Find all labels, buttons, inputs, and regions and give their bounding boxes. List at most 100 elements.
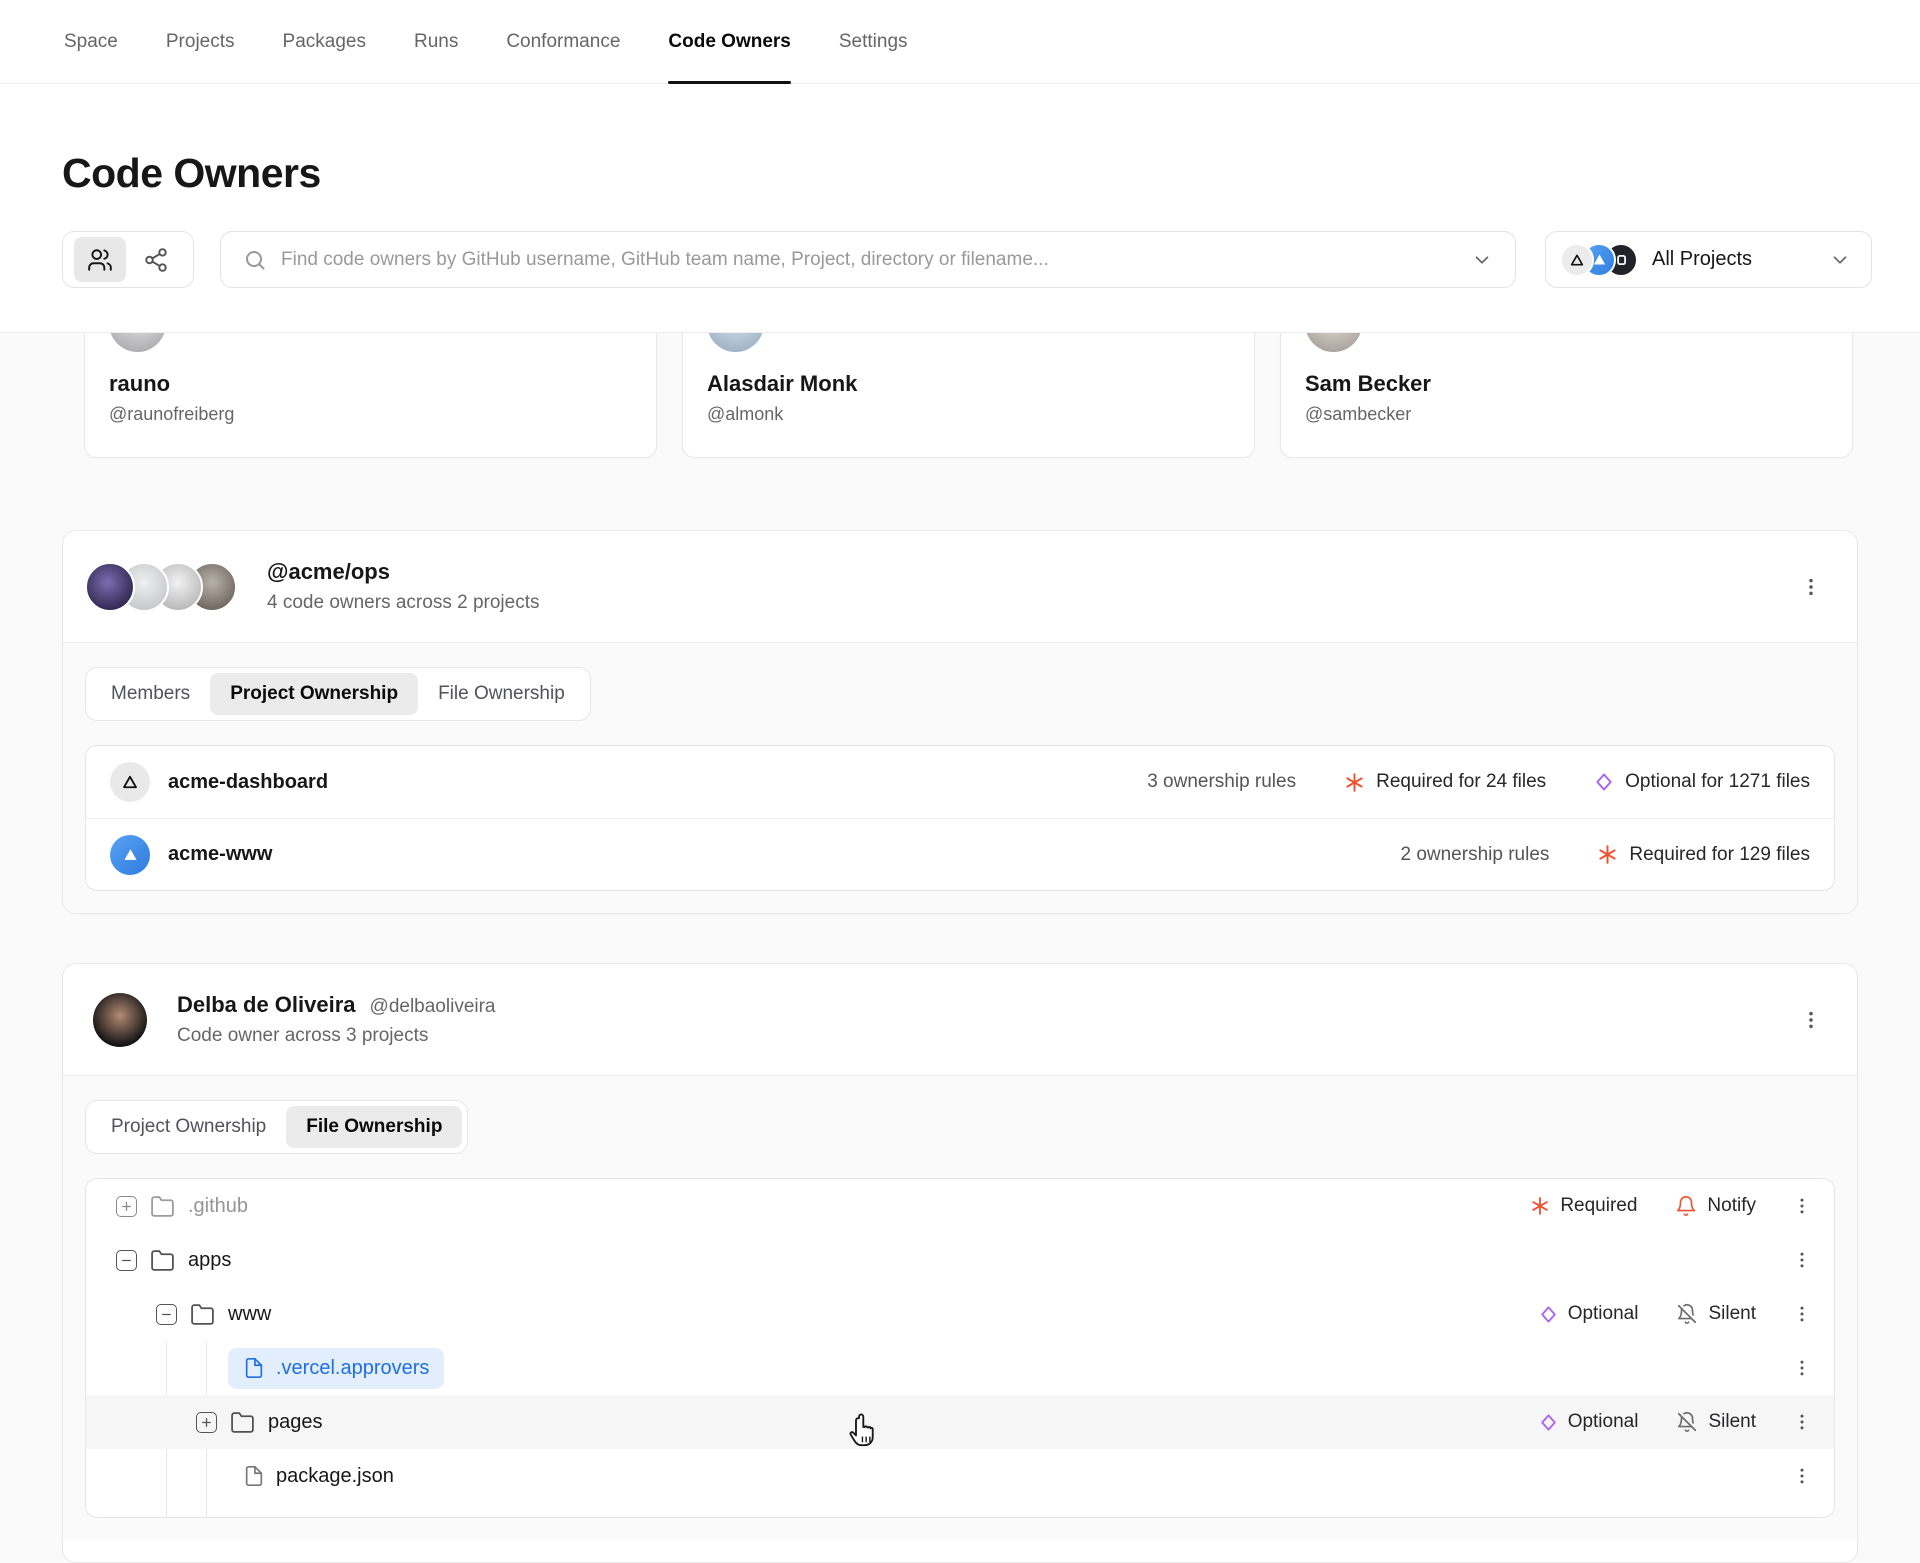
tree-label: www (228, 1302, 272, 1325)
view-toggle (62, 231, 194, 288)
team-avatar-stack (85, 561, 237, 612)
graph-view-button[interactable] (130, 237, 182, 282)
kebab-icon (1792, 1358, 1812, 1378)
tree-label: .github (188, 1194, 249, 1217)
owner-name: Alasdair Monk (707, 371, 858, 396)
person-tabs: Project Ownership File Ownership (85, 1100, 469, 1154)
kebab-icon (1792, 1304, 1812, 1324)
team-card-body: Members Project Ownership File Ownership… (63, 642, 1857, 913)
file-icon (243, 1357, 265, 1379)
tab-project-ownership[interactable]: Project Ownership (91, 1106, 286, 1148)
tree-row-pages[interactable]: pages Optional Silent (86, 1395, 1834, 1449)
share-network-icon (143, 247, 169, 273)
tab-project-ownership[interactable]: Project Ownership (210, 673, 419, 715)
owner-handle: @sambecker (1305, 404, 1412, 424)
project-name: acme-dashboard (168, 770, 329, 793)
asterisk-icon (1530, 1196, 1550, 1216)
nav-item-runs[interactable]: Runs (390, 0, 482, 83)
person-card-body: Project Ownership File Ownership .github (63, 1075, 1857, 1540)
tab-file-ownership[interactable]: File Ownership (418, 673, 585, 715)
kebab-icon (1800, 1009, 1822, 1031)
required-badge: Required for 24 files (1344, 771, 1546, 793)
optional-badge: Optional (1539, 1303, 1638, 1325)
tree-row-apps[interactable]: apps (86, 1233, 1834, 1287)
tree-row-package-json[interactable]: package.json (86, 1449, 1834, 1503)
file-icon (243, 1465, 265, 1487)
selected-file-pill[interactable]: .vercel.approvers (228, 1347, 445, 1389)
diamond-icon (1539, 1305, 1558, 1324)
nav-item-projects[interactable]: Projects (142, 0, 259, 83)
avatar (93, 992, 147, 1047)
bell-icon (1675, 1195, 1697, 1217)
table-row[interactable]: acme-dashboard 3 ownership rules Require… (86, 746, 1834, 818)
chevron-down-icon (1829, 249, 1851, 271)
kebab-icon (1792, 1250, 1812, 1270)
team-subtitle: 4 code owners across 2 projects (267, 592, 540, 613)
expand-plus-icon[interactable] (116, 1195, 137, 1217)
nav-item-settings[interactable]: Settings (815, 0, 932, 83)
kebab-icon (1800, 576, 1822, 598)
notify-badge: Notify (1675, 1195, 1756, 1217)
nav-item-space[interactable]: Space (40, 0, 142, 83)
row-menu-button[interactable] (1788, 1462, 1816, 1490)
owner-handle: @almonk (707, 404, 784, 424)
kebab-icon (1792, 1412, 1812, 1432)
team-card: @acme/ops 4 code owners across 2 project… (62, 530, 1858, 914)
page-header: Space Projects Packages Runs Conformance… (0, 0, 1920, 333)
owner-handle: @raunofreiberg (109, 404, 235, 424)
project-logo-icon (110, 762, 150, 802)
ownership-rules-count: 2 ownership rules (1400, 843, 1550, 865)
file-pill[interactable]: package.json (228, 1456, 409, 1497)
users-icon (87, 247, 113, 273)
table-row[interactable]: acme-www 2 ownership rules Required for … (86, 818, 1834, 890)
person-card-header: Delba de Oliveira @delbaoliveira Code ow… (63, 964, 1857, 1075)
expand-plus-icon[interactable] (196, 1411, 217, 1433)
folder-icon (150, 1248, 175, 1273)
row-menu-button[interactable] (1788, 1246, 1816, 1274)
tree-row-github[interactable]: .github Required Notify (86, 1179, 1834, 1233)
search-box (220, 231, 1516, 288)
team-card-header: @acme/ops 4 code owners across 2 project… (63, 531, 1857, 642)
chevron-down-icon[interactable] (1471, 249, 1493, 271)
top-nav: Space Projects Packages Runs Conformance… (0, 0, 1920, 84)
row-menu-button[interactable] (1788, 1408, 1816, 1436)
project-avatars (1560, 242, 1638, 277)
folder-icon (230, 1410, 255, 1435)
person-handle: @delbaoliveira (369, 996, 496, 1017)
owner-name: Sam Becker (1305, 371, 1431, 396)
row-menu-button[interactable] (1788, 1192, 1816, 1220)
toolbar: All Projects (62, 231, 1872, 288)
kebab-icon (1792, 1196, 1812, 1216)
row-menu-button[interactable] (1788, 1300, 1816, 1328)
team-tabs: Members Project Ownership File Ownership (85, 667, 591, 721)
folder-icon (150, 1194, 175, 1219)
person-menu-button[interactable] (1797, 1006, 1825, 1034)
bell-off-icon (1676, 1411, 1698, 1433)
project-avatar-icon (1560, 242, 1594, 277)
tab-file-ownership[interactable]: File Ownership (286, 1106, 463, 1148)
people-view-button[interactable] (73, 237, 126, 282)
optional-badge: Optional (1539, 1411, 1638, 1433)
collapse-minus-icon[interactable] (156, 1303, 177, 1325)
collapse-minus-icon[interactable] (116, 1249, 137, 1271)
tab-members[interactable]: Members (91, 673, 210, 715)
optional-badge: Optional for 1271 files (1594, 771, 1810, 793)
project-filter-select[interactable]: All Projects (1545, 231, 1872, 288)
tree-row-vercel-approvers[interactable]: .vercel.approvers (86, 1341, 1834, 1395)
silent-badge: Silent (1676, 1303, 1756, 1325)
tree-label: pages (268, 1410, 323, 1433)
owner-name: rauno (109, 371, 171, 396)
nav-item-packages[interactable]: Packages (259, 0, 390, 83)
nav-item-code-owners[interactable]: Code Owners (644, 0, 814, 84)
asterisk-icon (1344, 772, 1365, 793)
nav-item-conformance[interactable]: Conformance (482, 0, 644, 83)
tree-row-www[interactable]: www Optional Silent (86, 1287, 1834, 1341)
project-logo-icon (110, 834, 150, 875)
person-name: Delba de Oliveira (177, 992, 356, 1017)
tree-label: apps (188, 1248, 232, 1271)
search-input[interactable] (281, 248, 1471, 271)
tree-label: package.json (276, 1464, 394, 1487)
team-menu-button[interactable] (1797, 573, 1825, 601)
row-menu-button[interactable] (1788, 1354, 1816, 1382)
tree-label: .vercel.approvers (276, 1356, 430, 1379)
